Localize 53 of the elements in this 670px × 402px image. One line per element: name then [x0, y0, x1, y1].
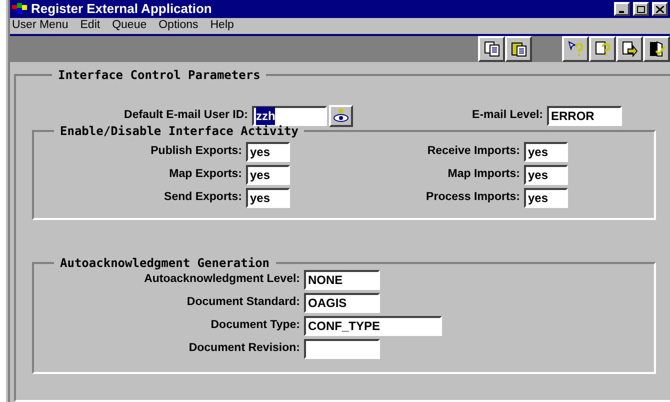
help-pointer-button[interactable]	[562, 36, 589, 62]
menu-item[interactable]: Edit	[80, 17, 100, 35]
question-icon	[568, 41, 584, 57]
paste-icon	[510, 41, 526, 57]
copy-button[interactable]	[478, 36, 505, 62]
field-label: Autoacknowledgment Level:	[143, 272, 300, 287]
group-title: Enable/Disable Interface Activity	[59, 123, 300, 140]
text-field[interactable]: zzh	[252, 106, 327, 126]
text-field[interactable]: OAGIS	[304, 292, 380, 312]
text-field[interactable]	[304, 338, 380, 358]
text-field[interactable]: yes	[524, 142, 568, 162]
field-label: Publish Exports:	[150, 144, 242, 159]
text-field[interactable]: yes	[246, 164, 290, 184]
document-arrow-button[interactable]	[616, 36, 643, 62]
field-label: E-mail Level:	[471, 108, 544, 124]
field-label: Document Type:	[210, 318, 300, 333]
document-help-button[interactable]	[589, 36, 616, 62]
text-field[interactable]: ERROR	[547, 106, 622, 126]
text-field[interactable]: yes	[524, 164, 568, 184]
group-title: Autoacknowledgment Generation	[59, 255, 271, 272]
app-icon	[12, 3, 28, 15]
text-field[interactable]: yes	[246, 188, 290, 208]
field-label: Send Exports:	[163, 190, 242, 205]
window-title: Register External Application	[31, 0, 212, 18]
paste-button[interactable]	[505, 36, 532, 62]
close-icon	[656, 6, 664, 12]
text-field[interactable]: CONF_TYPE	[304, 316, 442, 336]
eye-icon	[333, 109, 349, 123]
maximize-icon	[637, 6, 645, 12]
field-label: Receive Imports:	[426, 144, 520, 159]
door-check-icon	[648, 41, 664, 57]
copy-icon	[484, 41, 500, 57]
menu-item[interactable]: Options	[158, 17, 198, 35]
menu-item[interactable]: Help	[210, 17, 234, 35]
field-label: Document Standard:	[186, 294, 300, 310]
menu-item[interactable]: User Menu	[12, 17, 68, 35]
lookup-button[interactable]	[329, 105, 353, 127]
group-title: Interface Control Parameters	[57, 67, 262, 84]
door-check-button[interactable]	[643, 36, 670, 62]
field-label: Document Revision:	[188, 340, 300, 356]
text-field[interactable]: NONE	[304, 270, 380, 290]
maximize-button[interactable]	[633, 2, 649, 16]
document-arrow-icon	[622, 41, 638, 57]
text-field[interactable]: yes	[246, 142, 290, 162]
minimize-button[interactable]	[614, 2, 630, 16]
field-label: Map Exports:	[168, 166, 242, 182]
field-label: Default E-mail User ID:	[123, 108, 249, 124]
field-label: Process Imports:	[425, 190, 520, 205]
close-button[interactable]	[652, 2, 668, 16]
menu-item[interactable]: Queue	[112, 17, 147, 35]
field-label: Map Imports:	[446, 166, 520, 182]
document-question-icon	[594, 41, 610, 57]
text-field[interactable]: yes	[524, 188, 568, 208]
